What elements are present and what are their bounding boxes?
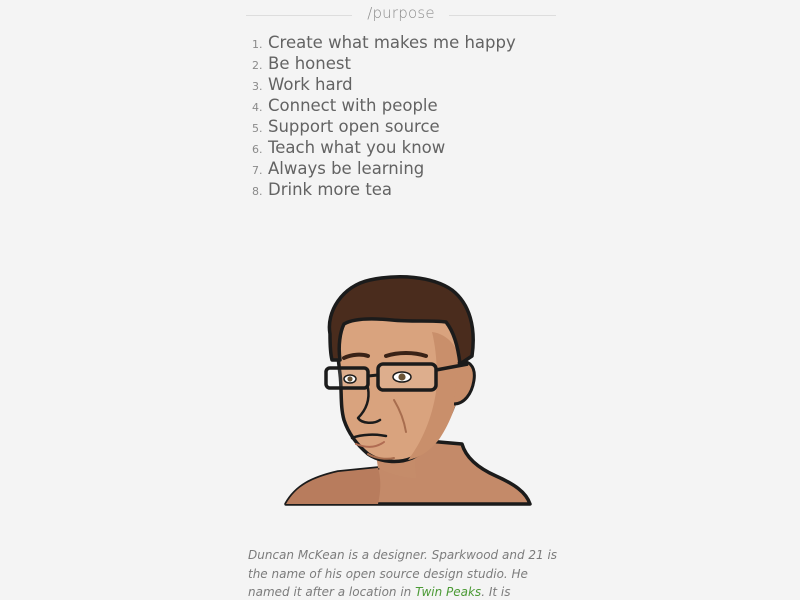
list-text: Create what makes me happy: [268, 33, 516, 52]
list-item: 4. Connect with people: [252, 95, 516, 116]
purpose-list: 1. Create what makes me happy 2. Be honest…: [252, 32, 516, 200]
section-header: /purpose: [246, 4, 556, 24]
page: /purpose 1. Create what makes me happy 2.…: [0, 0, 800, 600]
list-text: Work hard: [268, 75, 353, 94]
list-number: 2.: [252, 59, 263, 72]
list-number: 4.: [252, 101, 263, 114]
list-item: 7. Always be learning: [252, 158, 516, 179]
list-text: Drink more tea: [268, 180, 393, 199]
list-text: Support open source: [268, 117, 440, 136]
list-text: Connect with people: [268, 96, 438, 115]
portrait-illustration: [284, 275, 532, 506]
twin-peaks-link[interactable]: Twin Peaks: [415, 585, 481, 599]
list-number: 6.: [252, 143, 263, 156]
list-item: 3. Work hard: [252, 74, 516, 95]
list-number: 1.: [252, 38, 263, 51]
bio-part1: Duncan McKean is a designer. Sparkwood a…: [248, 548, 558, 599]
list-text: Be honest: [268, 54, 351, 73]
list-number: 7.: [252, 164, 263, 177]
list-number: 8.: [252, 185, 263, 198]
list-text: Always be learning: [268, 159, 425, 178]
list-item: 5. Support open source: [252, 116, 516, 137]
list-number: 5.: [252, 122, 263, 135]
list-item: 8. Drink more tea: [252, 179, 516, 200]
bio-text: Duncan McKean is a designer. Sparkwood a…: [248, 546, 558, 600]
list-number: 3.: [252, 80, 263, 93]
list-item: 6. Teach what you know: [252, 137, 516, 158]
list-item: 2. Be honest: [252, 53, 516, 74]
section-title: /purpose: [367, 4, 435, 22]
header-rule-right: [449, 15, 556, 16]
portrait-glasses-bridge: [367, 373, 379, 378]
list-text: Teach what you know: [268, 138, 446, 157]
list-item: 1. Create what makes me happy: [252, 32, 516, 53]
